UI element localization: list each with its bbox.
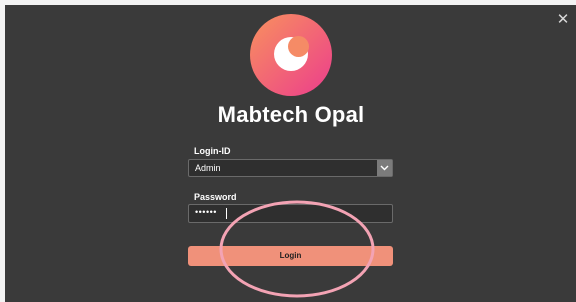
password-field[interactable]: •••••• bbox=[188, 204, 393, 223]
close-icon: ✕ bbox=[556, 11, 570, 28]
login-window: ✕ Mabtech Opal Login-ID Admin Password •… bbox=[5, 5, 576, 302]
app-logo-icon bbox=[250, 14, 332, 96]
dropdown-toggle[interactable] bbox=[377, 160, 392, 176]
app-title: Mabtech Opal bbox=[217, 102, 365, 127]
login-id-label: Login-ID bbox=[194, 146, 231, 156]
close-button[interactable]: ✕ bbox=[554, 11, 572, 29]
login-id-select[interactable]: Admin bbox=[188, 159, 393, 177]
text-caret bbox=[226, 208, 227, 219]
password-label: Password bbox=[194, 192, 237, 202]
login-id-value: Admin bbox=[195, 163, 221, 173]
password-value: •••••• bbox=[195, 207, 217, 217]
login-button[interactable]: Login bbox=[188, 246, 393, 266]
chevron-down-icon bbox=[380, 165, 389, 171]
